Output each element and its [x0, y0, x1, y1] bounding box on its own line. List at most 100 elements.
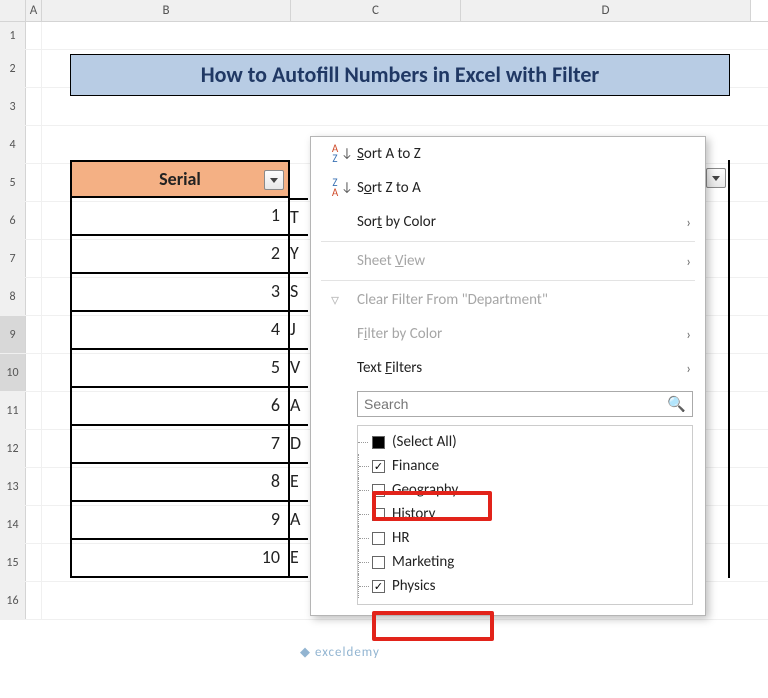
- row-label-4[interactable]: 4: [0, 126, 26, 163]
- check-select-all[interactable]: (Select All): [364, 430, 686, 454]
- check-finance[interactable]: Finance: [364, 454, 686, 478]
- checkbox-icon: [372, 508, 385, 521]
- hr-label: HR: [392, 529, 410, 547]
- filter-checkbox-list: (Select All) Finance Geography History H…: [357, 425, 693, 605]
- search-input[interactable]: [364, 396, 667, 412]
- partial-7: D: [290, 426, 308, 464]
- marketing-label: Marketing: [392, 553, 454, 571]
- sort-by-color[interactable]: Sort by Color ›: [311, 205, 705, 239]
- sort-color-label: Sort by Color: [357, 213, 436, 231]
- checkbox-icon: [372, 532, 385, 545]
- finance-label: Finance: [392, 457, 439, 475]
- serial-header: Serial: [70, 160, 290, 198]
- sheet-view-label: Sheet View: [357, 252, 425, 270]
- row-label-16[interactable]: 16: [0, 582, 26, 619]
- check-history[interactable]: History: [364, 502, 686, 526]
- row-label-9[interactable]: 9: [0, 316, 26, 353]
- arrow-down-icon: ↓: [341, 146, 353, 161]
- sheet-view: Sheet View ›: [311, 244, 705, 278]
- sort-z-to-a[interactable]: ZA ↓ Sort Z to A: [311, 171, 705, 205]
- serial-cell-4[interactable]: 4: [70, 312, 290, 350]
- sort-za-label: Sort Z to A: [357, 179, 421, 197]
- check-geography[interactable]: Geography: [364, 478, 686, 502]
- partial-8: E: [290, 464, 308, 502]
- check-hr[interactable]: HR: [364, 526, 686, 550]
- checkbox-icon: [372, 556, 385, 569]
- row-label-12[interactable]: 12: [0, 430, 26, 467]
- partial-3: S: [290, 274, 308, 312]
- col-header-D[interactable]: D: [461, 0, 751, 21]
- select-all-label: (Select All): [392, 433, 457, 451]
- text-filters[interactable]: Text Filters ›: [311, 351, 705, 385]
- partial-9: A: [290, 502, 308, 540]
- row-label-8[interactable]: 8: [0, 278, 26, 315]
- serial-column: Serial 1 2 3 4 5 6 7 8 9 10: [70, 160, 290, 578]
- checkbox-icon: [372, 580, 385, 593]
- serial-cell-2[interactable]: 2: [70, 236, 290, 274]
- watermark: ◆ exceldemy: [300, 645, 380, 660]
- row-label-10[interactable]: 10: [0, 354, 26, 391]
- serial-cell-7[interactable]: 7: [70, 426, 290, 464]
- sort-a-to-z[interactable]: AZ ↓ Sort A to Z: [311, 137, 705, 171]
- row-label-2[interactable]: 2: [0, 50, 26, 87]
- clear-filter: ▿ Clear Filter From "Department": [311, 283, 705, 317]
- chevron-right-icon: ›: [686, 360, 691, 377]
- filter-by-color: Filter by Color ›: [311, 317, 705, 351]
- text-filters-label: Text Filters: [357, 359, 422, 377]
- menu-separator: [321, 241, 695, 242]
- serial-cell-9[interactable]: 9: [70, 502, 290, 540]
- row-label-6[interactable]: 6: [0, 202, 26, 239]
- serial-cell-5[interactable]: 5: [70, 350, 290, 388]
- geography-label: Geography: [392, 481, 458, 499]
- partial-1: T: [290, 198, 308, 236]
- row-label-11[interactable]: 11: [0, 392, 26, 429]
- department-filter-button[interactable]: [706, 168, 726, 188]
- clear-filter-icon: ▿: [323, 290, 347, 310]
- row-label-5[interactable]: 5: [0, 164, 26, 201]
- partial-column-c: T Y S J V A D E A E: [290, 198, 308, 578]
- check-physics[interactable]: Physics: [364, 574, 686, 598]
- serial-filter-button[interactable]: [264, 170, 284, 190]
- checkbox-icon: [372, 484, 385, 497]
- col-header-C[interactable]: C: [291, 0, 461, 21]
- row-label-14[interactable]: 14: [0, 506, 26, 543]
- search-box[interactable]: 🔍: [357, 391, 693, 417]
- partial-4: J: [290, 312, 308, 350]
- row-label-7[interactable]: 7: [0, 240, 26, 277]
- page-title: How to Autofill Numbers in Excel with Fi…: [70, 54, 730, 96]
- history-label: History: [392, 505, 435, 523]
- checkbox-icon: [372, 436, 385, 449]
- filter-dropdown-menu: AZ ↓ Sort A to Z ZA ↓ Sort Z to A Sort b…: [310, 136, 706, 616]
- serial-cell-6[interactable]: 6: [70, 388, 290, 426]
- chevron-right-icon: ›: [686, 326, 691, 343]
- col-header-B[interactable]: B: [42, 0, 291, 21]
- partial-2: Y: [290, 236, 308, 274]
- partial-6: A: [290, 388, 308, 426]
- check-marketing[interactable]: Marketing: [364, 550, 686, 574]
- row-label-15[interactable]: 15: [0, 544, 26, 581]
- clear-filter-label: Clear Filter From "Department": [357, 291, 548, 309]
- chevron-right-icon: ›: [686, 214, 691, 231]
- row-label-13[interactable]: 13: [0, 468, 26, 505]
- select-all-corner[interactable]: [0, 0, 26, 21]
- partial-10: E: [290, 540, 308, 578]
- row-1: 1: [0, 22, 768, 50]
- serial-cell-8[interactable]: 8: [70, 464, 290, 502]
- table-right-border: [728, 160, 730, 578]
- serial-cell-10[interactable]: 10: [70, 540, 290, 578]
- serial-header-text: Serial: [159, 168, 201, 190]
- checkbox-icon: [372, 460, 385, 473]
- serial-cell-3[interactable]: 3: [70, 274, 290, 312]
- row-label-1[interactable]: 1: [0, 22, 26, 49]
- serial-cell-1[interactable]: 1: [70, 198, 290, 236]
- partial-5: V: [290, 350, 308, 388]
- column-headers: A B C D: [0, 0, 768, 22]
- arrow-down-icon: ↓: [341, 180, 353, 195]
- search-icon: 🔍: [667, 395, 686, 414]
- physics-label: Physics: [392, 577, 436, 595]
- col-header-A[interactable]: A: [26, 0, 42, 21]
- filter-color-label: Filter by Color: [357, 325, 442, 343]
- sort-az-label: Sort A to Z: [357, 145, 421, 163]
- chevron-right-icon: ›: [686, 253, 691, 270]
- row-label-3[interactable]: 3: [0, 88, 26, 125]
